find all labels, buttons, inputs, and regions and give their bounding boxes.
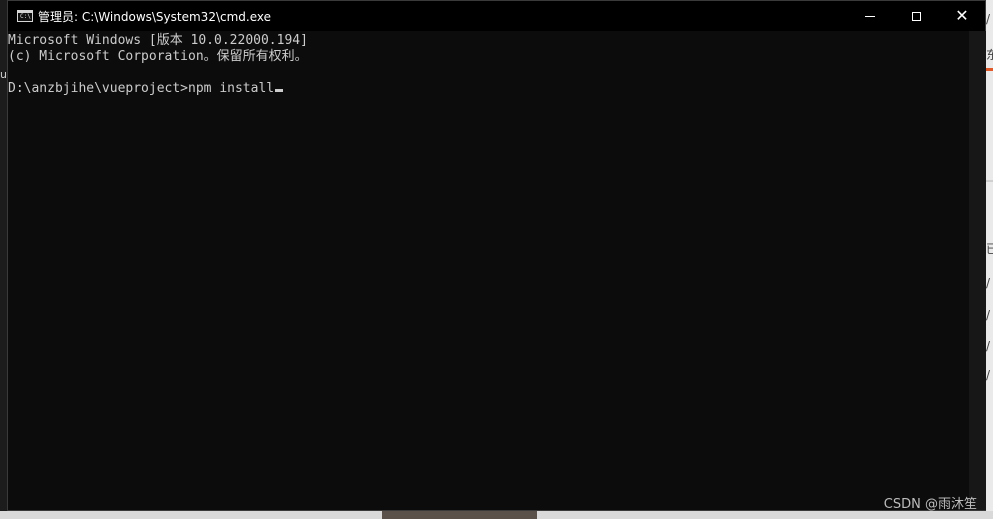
background-window-bottom [0, 511, 993, 519]
background-text: / [986, 308, 991, 322]
command-input: D:\anzbjihe\vueproject>npm install [8, 81, 275, 96]
title-bar[interactable]: C:\ 管理员: C:\Windows\System32\cmd.exe ✕ [8, 1, 985, 31]
minimize-button[interactable] [847, 1, 893, 31]
window-controls: ✕ [847, 1, 985, 31]
background-text: / [986, 276, 991, 290]
maximize-button[interactable] [893, 1, 939, 31]
cmd-icon-text: C:\ [20, 13, 31, 20]
background-window-right: / 东 已 / / / / [986, 0, 993, 519]
background-text: / [986, 368, 991, 382]
cmd-window[interactable]: C:\ 管理员: C:\Windows\System32\cmd.exe ✕ M… [7, 0, 986, 511]
background-text: / [986, 12, 991, 26]
window-title: 管理员: C:\Windows\System32\cmd.exe [38, 9, 271, 24]
background-text: / [986, 339, 991, 353]
watermark: CSDN @雨沐笙 [883, 497, 977, 512]
console-line: (c) Microsoft Corporation。保留所有权利。 [8, 49, 308, 64]
maximize-icon [911, 11, 921, 21]
command-prompt-line[interactable]: D:\anzbjihe\vueproject>npm install [8, 81, 969, 97]
desktop: ue / 东 已 / / / / C:\ 管理员: C:\Windows\Sys… [0, 0, 993, 519]
vertical-scrollbar[interactable] [969, 31, 986, 510]
minimize-icon [865, 15, 875, 17]
close-icon: ✕ [955, 6, 969, 25]
text-cursor [275, 89, 284, 92]
background-text: 东 [986, 48, 993, 62]
console-output[interactable]: Microsoft Windows [版本 10.0.22000.194] (c… [8, 31, 969, 510]
console-line: Microsoft Windows [版本 10.0.22000.194] [8, 33, 308, 48]
close-button[interactable]: ✕ [939, 1, 985, 31]
background-text: 已 [986, 242, 993, 256]
cmd-icon[interactable]: C:\ [17, 10, 33, 22]
